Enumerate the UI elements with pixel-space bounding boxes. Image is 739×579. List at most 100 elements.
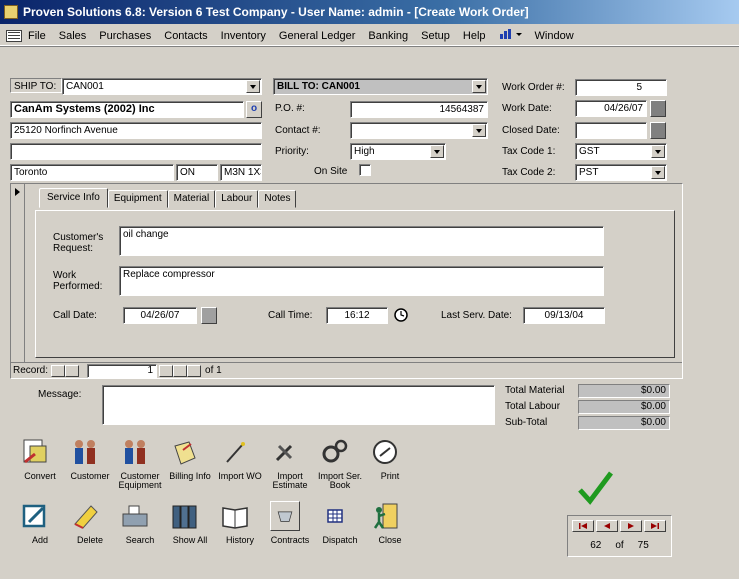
onsite-checkbox[interactable] [359, 164, 371, 176]
menu-sales[interactable]: Sales [59, 30, 87, 42]
convert-label: Convert [24, 471, 56, 481]
search-icon [115, 496, 155, 536]
ship-to-address2-field[interactable] [10, 143, 262, 160]
tax-code-2-select[interactable]: PST [575, 164, 667, 181]
import-ser-book-label: Import Ser. Book [317, 471, 362, 490]
ship-to-city-field[interactable]: Toronto [10, 164, 174, 181]
convert-icon [15, 432, 55, 472]
chevron-down-icon[interactable] [651, 145, 665, 158]
work-date-label: Work Date: [502, 103, 552, 114]
import-wo-button[interactable]: Import WO [215, 432, 263, 481]
menu-inventory[interactable]: Inventory [221, 30, 266, 42]
close-button[interactable]: Close [365, 496, 413, 545]
last-record-button[interactable] [173, 364, 188, 377]
priority-label: Priority: [275, 146, 309, 157]
calendar-icon[interactable] [650, 122, 666, 139]
subtotal-field: $0.00 [578, 416, 670, 430]
new-record-button[interactable] [187, 364, 202, 377]
book-icon [215, 496, 255, 536]
menu-general-ledger[interactable]: General Ledger [279, 30, 355, 42]
bottom-navigator: 62 of 75 [567, 515, 672, 557]
work-order-number-field[interactable]: 5 [575, 79, 667, 96]
record-selector-arrow[interactable] [11, 184, 25, 362]
chevron-down-icon[interactable] [246, 80, 260, 93]
document-menu-icon[interactable] [6, 29, 22, 42]
checkmark-icon[interactable] [575, 468, 615, 508]
ship-to-code-select[interactable]: CAN001 [62, 78, 262, 95]
lookup-button[interactable]: o [246, 101, 262, 118]
previous-record-button[interactable] [65, 364, 80, 377]
import-ser-book-button[interactable]: Import Ser. Book [315, 432, 363, 490]
print-button[interactable]: Print [365, 432, 413, 481]
contracts-button[interactable]: Contracts [265, 496, 313, 545]
import-estimate-button[interactable]: Import Estimate [265, 432, 313, 490]
record-number-field[interactable]: 1 [87, 363, 158, 378]
ship-to-postal-field[interactable]: M3N 1X3 [220, 164, 262, 181]
print-label: Print [380, 471, 400, 481]
history-button[interactable]: History [215, 496, 263, 545]
call-time-field[interactable]: 16:12 [326, 307, 388, 324]
subtotal-label: Sub-Total [505, 417, 548, 428]
last-serv-date-field[interactable]: 09/13/04 [523, 307, 605, 324]
dispatch-button[interactable]: Dispatch [315, 496, 363, 545]
tab-notes[interactable]: Notes [258, 190, 297, 208]
call-date-field[interactable]: 04/26/07 [123, 307, 197, 324]
calendar-icon[interactable] [201, 307, 217, 324]
menu-contacts[interactable]: Contacts [164, 30, 207, 42]
chevron-down-icon[interactable] [651, 166, 665, 179]
record-label: Record: [13, 365, 49, 376]
menu-file[interactable]: File [28, 30, 46, 42]
work-date-field[interactable]: 04/26/07 [575, 100, 647, 117]
delete-button[interactable]: Delete [65, 496, 113, 545]
contracts-label: Contracts [270, 535, 310, 545]
tab-material[interactable]: Material [167, 190, 216, 208]
first-record-button[interactable] [51, 364, 66, 377]
next-record-button[interactable] [159, 364, 174, 377]
bill-to-select[interactable]: BILL TO: CAN001 [273, 78, 488, 95]
calendar-icon[interactable] [650, 100, 666, 117]
toolbar-row-2: Add Delete Search Show All History Contr… [15, 496, 415, 566]
billing-info-button[interactable]: Billing Info [165, 432, 213, 481]
po-label: P.O. #: [275, 103, 305, 114]
tax-code-1-select[interactable]: GST [575, 143, 667, 160]
customer-request-label: Customer's Request: [53, 232, 104, 254]
chevron-down-icon[interactable] [430, 145, 444, 158]
message-field[interactable] [102, 385, 495, 425]
closed-date-field[interactable] [575, 122, 647, 139]
people-icon [115, 432, 155, 472]
menu-setup[interactable]: Setup [421, 30, 450, 42]
convert-button[interactable]: Convert [15, 432, 63, 481]
contact-select[interactable] [350, 122, 488, 139]
chevron-down-icon[interactable] [472, 80, 486, 93]
last-icon[interactable] [644, 520, 666, 532]
show-all-button[interactable]: Show All [165, 496, 213, 545]
previous-icon[interactable] [596, 520, 618, 532]
total-labour-label: Total Labour [505, 401, 561, 412]
ship-to-province-field[interactable]: ON [176, 164, 218, 181]
tab-equipment[interactable]: Equipment [107, 190, 168, 208]
menu-banking[interactable]: Banking [368, 30, 408, 42]
menu-window[interactable]: Window [535, 30, 574, 42]
chart-dropdown-icon[interactable] [499, 28, 525, 43]
menu-help[interactable]: Help [463, 30, 486, 42]
tab-service-info[interactable]: Service Info [39, 188, 108, 208]
first-icon[interactable] [572, 520, 594, 532]
next-icon[interactable] [620, 520, 642, 532]
close-label: Close [378, 535, 402, 545]
customer-button[interactable]: Customer [65, 432, 113, 481]
customer-equipment-button[interactable]: Customer Equipment [115, 432, 163, 490]
search-button[interactable]: Search [115, 496, 163, 545]
clock-icon[interactable] [393, 307, 409, 324]
po-number-field[interactable]: 14564387 [350, 101, 488, 118]
ship-to-address1-field[interactable]: 25120 Norfinch Avenue [10, 122, 262, 139]
tab-labour[interactable]: Labour [215, 190, 259, 208]
total-material-label: Total Material [505, 385, 565, 396]
show-all-label: Show All [172, 535, 208, 545]
menu-purchases[interactable]: Purchases [99, 30, 151, 42]
chevron-down-icon[interactable] [472, 124, 486, 137]
add-button[interactable]: Add [15, 496, 63, 545]
priority-select[interactable]: High [350, 143, 446, 160]
ship-to-company-field[interactable]: CanAm Systems (2002) Inc [10, 101, 244, 118]
customer-request-field[interactable]: oil change [119, 226, 604, 256]
work-performed-field[interactable]: Replace compressor [119, 266, 604, 296]
